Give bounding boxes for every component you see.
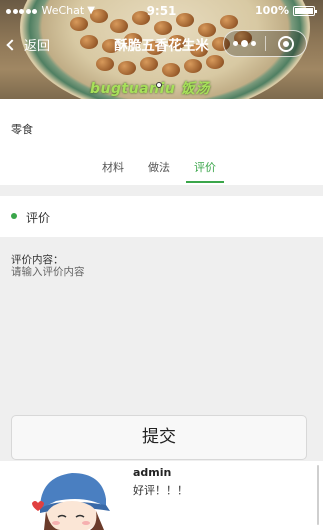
image-watermark: bugtuaniu 饭汤: [90, 81, 210, 97]
close-circle-icon: [277, 35, 294, 52]
recipe-category: 零食: [11, 123, 33, 136]
comment-item: admin 好评！！！: [0, 461, 323, 530]
comment-text: 好评！！！: [133, 484, 188, 497]
navigation-bar: 返回 酥脆五香花生米: [0, 26, 323, 60]
tab-steps[interactable]: 做法: [148, 159, 170, 183]
battery-icon: [293, 5, 317, 16]
tab-ingredients[interactable]: 材料: [102, 159, 124, 183]
avatar: [26, 467, 122, 530]
section-title: 评价: [26, 211, 51, 225]
scrollbar[interactable]: [317, 465, 319, 525]
active-tab-underline: [186, 181, 224, 183]
reviews-section-header: 评价: [0, 196, 323, 237]
submit-button[interactable]: 提交: [11, 415, 307, 460]
review-content-input[interactable]: [11, 264, 291, 280]
recipe-tabs: 材料 做法 评价: [0, 155, 323, 183]
close-miniprogram-button[interactable]: [265, 35, 306, 52]
battery-percent: 100%: [255, 4, 289, 17]
recipe-info-card: 零食 材料 做法 评价: [0, 99, 323, 185]
comment-username: admin: [133, 466, 172, 479]
status-bar: WeChat ▼ 9:51 100%: [0, 0, 323, 24]
tab-reviews[interactable]: 评价: [194, 159, 216, 183]
more-options-button[interactable]: [224, 40, 265, 47]
miniprogram-capsule: [223, 30, 307, 57]
more-dot-icon: [232, 41, 238, 46]
more-dot-icon: [250, 41, 256, 46]
more-dot-icon: [240, 40, 248, 47]
carousel-indicator[interactable]: [156, 82, 162, 88]
bullet-dot-icon: [11, 213, 17, 219]
